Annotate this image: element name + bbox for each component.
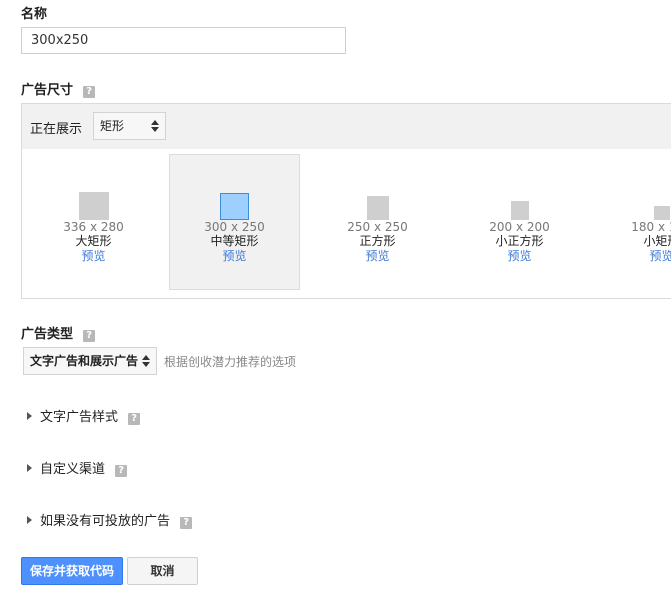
ad-type-select-value: 文字广告和展示广告: [30, 354, 139, 368]
expander-backup-ads[interactable]: 如果没有可投放的广告 ?: [27, 510, 193, 529]
preview-link[interactable]: 预览: [454, 249, 585, 263]
ad-type-hint: 根据创收潜力推荐的选项: [164, 355, 297, 369]
expander-custom-channels[interactable]: 自定义渠道 ?: [27, 458, 128, 477]
select-arrows-icon: [151, 118, 159, 134]
size-option-300x250[interactable]: 300 x 250 中等矩形 预览: [169, 154, 300, 290]
size-thumbnail: [510, 201, 529, 220]
size-dims: 336 x 280: [63, 220, 124, 234]
size-name: 大矩形: [75, 234, 112, 248]
preview-link[interactable]: 预览: [596, 249, 671, 263]
ad-size-header: 广告尺寸 ?: [21, 79, 96, 98]
expander-label: 文字广告样式: [40, 410, 119, 425]
expander-label: 自定义渠道: [40, 462, 106, 477]
size-dims: 300 x 250: [204, 220, 265, 234]
expand-arrow-icon: [27, 412, 32, 420]
size-option-200x200[interactable]: 200 x 200 小正方形 预览: [454, 154, 585, 290]
showing-select[interactable]: 矩形: [93, 112, 166, 140]
help-icon[interactable]: ?: [180, 517, 193, 529]
help-icon[interactable]: ?: [115, 465, 128, 477]
size-dims: 180 x 150: [631, 220, 671, 234]
ad-size-label: 广告尺寸: [21, 83, 74, 98]
size-toolbar: 正在展示 矩形: [22, 104, 671, 149]
ad-type-label: 广告类型: [21, 327, 74, 342]
name-label: 名称: [21, 7, 48, 22]
ad-type-select[interactable]: 文字广告和展示广告: [23, 347, 157, 375]
size-name: 中等矩形: [210, 234, 259, 248]
cancel-button[interactable]: 取消: [127, 557, 198, 585]
expand-arrow-icon: [27, 516, 32, 524]
ad-size-panel: 正在展示 矩形 336 x 280 大矩形 预览 300 x 250 中等矩形 …: [21, 103, 671, 299]
size-option-250x250[interactable]: 250 x 250 正方形 预览: [312, 154, 443, 290]
preview-link[interactable]: 预览: [28, 249, 159, 263]
size-thumbnail: [366, 196, 389, 220]
preview-link[interactable]: 预览: [170, 249, 299, 263]
size-option-336x280[interactable]: 336 x 280 大矩形 预览: [28, 154, 159, 290]
expand-arrow-icon: [27, 464, 32, 472]
showing-label: 正在展示: [30, 122, 83, 137]
expander-label: 如果没有可投放的广告: [40, 514, 171, 529]
preview-link[interactable]: 预览: [312, 249, 443, 263]
help-icon[interactable]: ?: [128, 413, 141, 425]
size-thumbnail: [653, 206, 670, 220]
size-name: 正方形: [359, 234, 396, 248]
help-icon[interactable]: ?: [83, 330, 96, 342]
size-thumbnail-selected: [220, 193, 249, 220]
expander-text-ad-style[interactable]: 文字广告样式 ?: [27, 406, 141, 425]
size-dims: 200 x 200: [489, 220, 550, 234]
showing-select-value: 矩形: [100, 119, 125, 133]
size-dims: 250 x 250: [347, 220, 408, 234]
size-thumbnail: [78, 192, 109, 220]
size-option-180x150[interactable]: 180 x 150 小矩形 预览: [596, 154, 671, 290]
size-name: 小矩形: [643, 234, 671, 248]
ad-type-header: 广告类型 ?: [21, 323, 96, 342]
size-name: 小正方形: [495, 234, 544, 248]
save-and-get-code-button[interactable]: 保存并获取代码: [21, 557, 123, 585]
select-arrows-icon: [142, 353, 150, 369]
name-input[interactable]: 300x250: [21, 27, 346, 54]
help-icon[interactable]: ?: [83, 86, 96, 98]
